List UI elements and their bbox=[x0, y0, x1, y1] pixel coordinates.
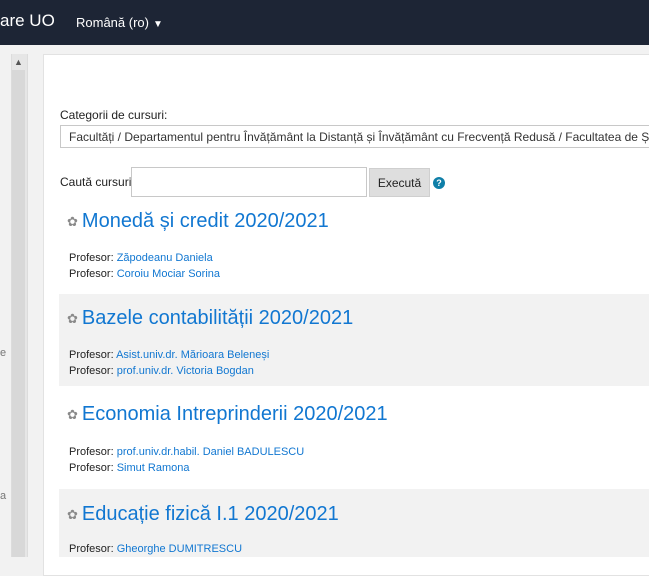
course-icon: ✿ bbox=[67, 507, 78, 522]
scroll-up-arrow-icon[interactable]: ▲ bbox=[13, 57, 24, 67]
course-title-link[interactable]: ✿ Educație fizică I.1 2020/2021 bbox=[67, 503, 339, 526]
drawer-text-fragment: a bbox=[0, 490, 7, 502]
course-teacher: Profesor: Coroiu Mociar Sorina bbox=[69, 268, 220, 280]
course-item: ✿ Monedă și credit 2020/2021 Profesor: Ză… bbox=[59, 203, 649, 293]
search-button[interactable]: Execută bbox=[369, 168, 430, 197]
teacher-link[interactable]: Gheorghe DUMITRESCU bbox=[117, 543, 242, 555]
teacher-role: Profesor: bbox=[69, 462, 114, 474]
course-teacher: Profesor: Asist.univ.dr. Mărioara Belene… bbox=[69, 349, 269, 361]
categories-label: Categorii de cursuri: bbox=[60, 108, 168, 122]
course-icon: ✿ bbox=[67, 407, 78, 422]
course-title: Economia Intreprinderii 2020/2021 bbox=[81, 403, 388, 425]
teacher-role: Profesor: bbox=[69, 268, 114, 280]
course-item: ✿ Economia Intreprinderii 2020/2021 Profe… bbox=[59, 387, 649, 487]
teacher-link[interactable]: prof.univ.dr.habil. Daniel BADULESCU bbox=[117, 446, 305, 458]
course-item: ✿ Educație fizică I.1 2020/2021 Profesor:… bbox=[59, 489, 649, 557]
search-input[interactable] bbox=[131, 167, 367, 197]
language-menu[interactable]: Română (ro) ▼ bbox=[76, 15, 163, 30]
category-select[interactable]: Facultăți / Departamentul pentru Învățăm… bbox=[60, 125, 649, 148]
help-icon[interactable]: ? bbox=[433, 177, 445, 189]
teacher-role: Profesor: bbox=[69, 349, 114, 361]
site-brand[interactable]: are UO bbox=[0, 11, 55, 31]
course-teacher: Profesor: Gheorghe DUMITRESCU bbox=[69, 543, 242, 555]
drawer-text-fragment: e bbox=[0, 347, 7, 359]
language-label: Română (ro) bbox=[76, 15, 149, 30]
course-title-link[interactable]: ✿ Monedă și credit 2020/2021 bbox=[67, 210, 329, 233]
course-title-link[interactable]: ✿ Economia Intreprinderii 2020/2021 bbox=[67, 403, 388, 426]
course-title-link[interactable]: ✿ Bazele contabilității 2020/2021 bbox=[67, 307, 353, 330]
teacher-role: Profesor: bbox=[69, 252, 114, 264]
course-teacher: Profesor: Zăpodeanu Daniela bbox=[69, 252, 213, 264]
course-title: Monedă și credit 2020/2021 bbox=[81, 210, 329, 232]
search-label: Caută cursuri bbox=[60, 175, 132, 189]
drawer-scroll-thumb[interactable] bbox=[12, 70, 25, 557]
course-teacher: Profesor: prof.univ.dr. Victoria Bogdan bbox=[69, 365, 254, 377]
course-icon: ✿ bbox=[67, 214, 78, 229]
course-title: Bazele contabilității 2020/2021 bbox=[81, 307, 354, 329]
teacher-role: Profesor: bbox=[69, 365, 114, 377]
course-teacher: Profesor: Simut Ramona bbox=[69, 462, 189, 474]
course-title: Educație fizică I.1 2020/2021 bbox=[81, 503, 339, 525]
teacher-link[interactable]: prof.univ.dr. Victoria Bogdan bbox=[117, 365, 254, 377]
top-navbar: are UO Română (ro) ▼ bbox=[0, 0, 649, 45]
teacher-link[interactable]: Simut Ramona bbox=[117, 462, 190, 474]
course-icon: ✿ bbox=[67, 311, 78, 326]
course-item: ✿ Bazele contabilității 2020/2021 Profeso… bbox=[59, 294, 649, 386]
teacher-link[interactable]: Coroiu Mociar Sorina bbox=[117, 268, 220, 280]
teacher-link[interactable]: Asist.univ.dr. Mărioara Beleneși bbox=[116, 349, 269, 361]
teacher-link[interactable]: Zăpodeanu Daniela bbox=[117, 252, 213, 264]
caret-down-icon: ▼ bbox=[152, 19, 163, 30]
teacher-role: Profesor: bbox=[69, 543, 114, 555]
course-teacher: Profesor: prof.univ.dr.habil. Daniel BAD… bbox=[69, 446, 304, 458]
teacher-role: Profesor: bbox=[69, 446, 114, 458]
